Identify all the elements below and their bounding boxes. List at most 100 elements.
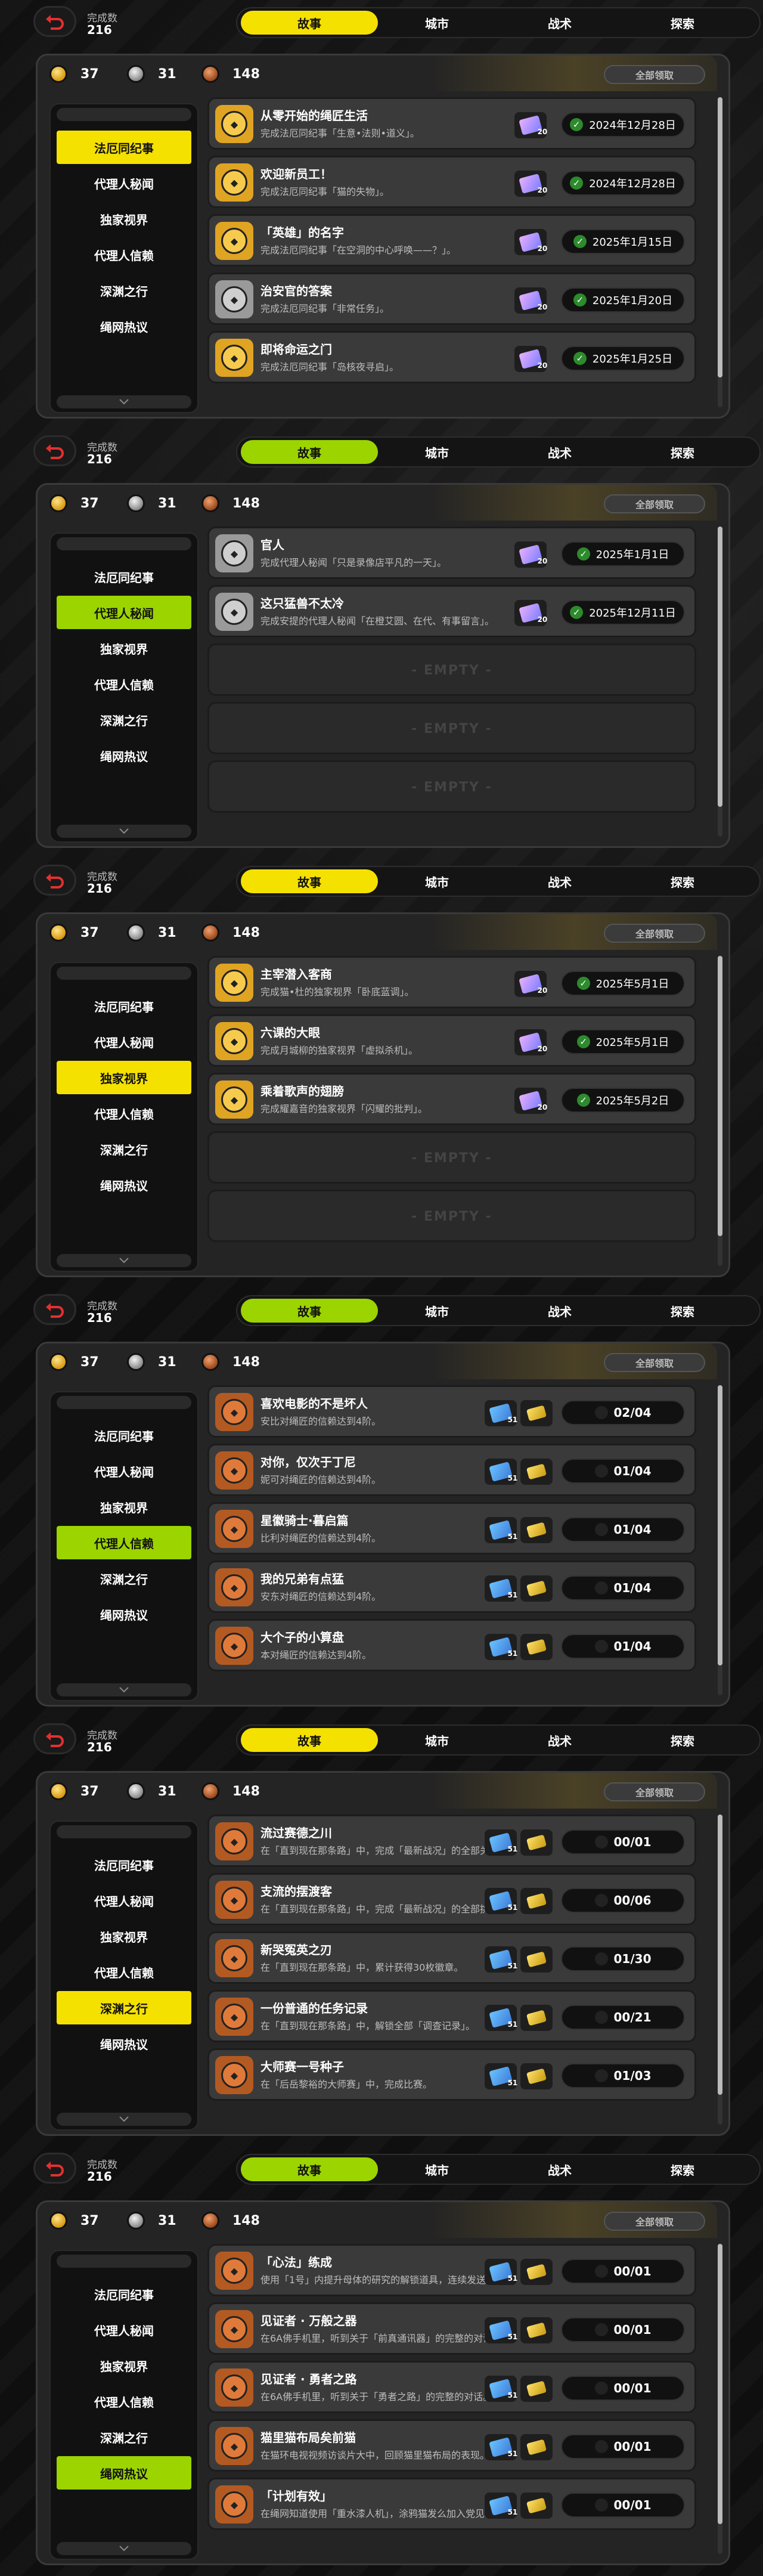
sidebar-item[interactable]: 法厄同纪事 xyxy=(57,989,191,1023)
sidebar-item[interactable]: 绳网热议 xyxy=(57,739,191,772)
sidebar-scroll-up[interactable] xyxy=(57,1825,191,1838)
tab-story[interactable]: 故事 xyxy=(241,1299,378,1323)
back-button[interactable] xyxy=(33,1723,76,1754)
claim-all-button[interactable]: 全部领取 xyxy=(604,1782,705,1801)
achievement-card[interactable]: ◆ 喜欢电影的不是坏人 安比对绳匠的信赖达到4阶。 51 02/04 xyxy=(207,1385,696,1438)
tab-city[interactable]: 城市 xyxy=(368,869,505,893)
achievement-card[interactable]: ◆ 见证者 · 万般之器 在6A佛手机里，听到关于「前真通讯器」的完整的对话。 51 0… xyxy=(207,2302,696,2355)
achievement-card[interactable]: ◆ 流过赛德之川 在「直到现在那条路」中，完成「最新战况」的全部关卡。 51 00/01 xyxy=(207,1815,696,1867)
sidebar-scroll-down[interactable] xyxy=(57,1254,191,1267)
sidebar-item[interactable]: 独家视界 xyxy=(57,1490,191,1524)
sidebar-item[interactable]: 代理人信赖 xyxy=(57,1097,191,1130)
sidebar-scroll-up[interactable] xyxy=(57,2255,191,2268)
sidebar-item[interactable]: 法厄同纪事 xyxy=(57,1848,191,1881)
achievement-card[interactable]: ◆ 这只猛兽不太冷 完成安提的代理人秘闻「在橙艾圆、在代、有事留言」。 20 ✓ 2025… xyxy=(207,585,696,637)
sidebar-item[interactable]: 绳网热议 xyxy=(57,2456,191,2490)
tab-explore[interactable]: 探索 xyxy=(614,11,751,35)
achievement-card[interactable]: ◆ 见证者 · 勇者之路 在6A佛手机里，听到关于「勇者之路」的完整的对话。 51 00… xyxy=(207,2361,696,2413)
sidebar-item[interactable]: 代理人信赖 xyxy=(57,238,191,271)
achievement-card[interactable]: ◆ 大个子的小算盘 本对绳匠的信赖达到4阶。 51 01/04 xyxy=(207,1619,696,1671)
list-scrollbar[interactable] xyxy=(718,97,722,407)
achievement-card[interactable]: ◆ 「英雄」的名字 完成法厄同纪事「在空洞的中心呼唤——？」。 20 ✓ 2025年1月1… xyxy=(207,214,696,267)
sidebar-item[interactable]: 绳网热议 xyxy=(57,1168,191,1202)
tab-tactics[interactable]: 战术 xyxy=(491,869,628,893)
sidebar-item[interactable]: 深渊之行 xyxy=(57,2420,191,2454)
sidebar-item[interactable]: 代理人信赖 xyxy=(57,2385,191,2418)
sidebar-item[interactable]: 代理人秘闻 xyxy=(57,596,191,629)
tab-city[interactable]: 城市 xyxy=(368,440,505,464)
tab-story[interactable]: 故事 xyxy=(241,869,378,893)
sidebar-scroll-down[interactable] xyxy=(57,825,191,838)
achievement-card[interactable]: ◆ 支流的摆渡客 在「直到现在那条路」中，完成「最新战况」的全部挑战。 51 00/06 xyxy=(207,1873,696,1925)
list-scrollbar[interactable] xyxy=(718,2244,722,2554)
sidebar-item[interactable]: 深渊之行 xyxy=(57,1991,191,2024)
tab-city[interactable]: 城市 xyxy=(368,2157,505,2181)
back-button[interactable] xyxy=(33,2153,76,2184)
sidebar-item[interactable]: 深渊之行 xyxy=(57,1562,191,1595)
back-button[interactable] xyxy=(33,435,76,466)
tab-city[interactable]: 城市 xyxy=(368,1728,505,1752)
list-scrollbar[interactable] xyxy=(718,527,722,837)
achievement-card[interactable]: ◆ 六课的大眼 完成月城柳的独家视界「虚拟杀机」。 20 ✓ 2025年5月1日 xyxy=(207,1014,696,1067)
tab-story[interactable]: 故事 xyxy=(241,440,378,464)
tab-explore[interactable]: 探索 xyxy=(614,2157,751,2181)
achievement-card[interactable]: ◆ 星徽骑士·暮启篇 比利对绳匠的信赖达到4阶。 51 01/04 xyxy=(207,1502,696,1555)
tab-explore[interactable]: 探索 xyxy=(614,869,751,893)
tab-story[interactable]: 故事 xyxy=(241,11,378,35)
list-scrollbar[interactable] xyxy=(718,956,722,1266)
sidebar-item[interactable]: 独家视界 xyxy=(57,2349,191,2382)
sidebar-item[interactable]: 独家视界 xyxy=(57,202,191,236)
sidebar-item[interactable]: 法厄同纪事 xyxy=(57,1419,191,1452)
claim-all-button[interactable]: 全部领取 xyxy=(604,1353,705,1372)
sidebar-item[interactable]: 深渊之行 xyxy=(57,703,191,736)
sidebar-item[interactable]: 代理人秘闻 xyxy=(57,1884,191,1917)
tab-tactics[interactable]: 战术 xyxy=(491,1299,628,1323)
back-button[interactable] xyxy=(33,1294,76,1325)
sidebar-item[interactable]: 独家视界 xyxy=(57,1919,191,1953)
scrollbar-thumb[interactable] xyxy=(718,956,722,1236)
sidebar-scroll-down[interactable] xyxy=(57,2113,191,2126)
sidebar-item[interactable]: 法厄同纪事 xyxy=(57,131,191,164)
sidebar-item[interactable]: 绳网热议 xyxy=(57,2027,191,2060)
sidebar-item[interactable]: 代理人秘闻 xyxy=(57,1454,191,1488)
achievement-card[interactable]: ◆ 对你，仅次于丁尼 妮可对绳匠的信赖达到4阶。 51 01/04 xyxy=(207,1444,696,1496)
tab-story[interactable]: 故事 xyxy=(241,1728,378,1752)
sidebar-scroll-down[interactable] xyxy=(57,395,191,408)
claim-all-button[interactable]: 全部领取 xyxy=(604,924,705,943)
tab-tactics[interactable]: 战术 xyxy=(491,11,628,35)
sidebar-scroll-up[interactable] xyxy=(57,1396,191,1409)
achievement-card[interactable]: ◆ 官人 完成代理人秘闻「只是录像店平凡的一天」。 20 ✓ 2025年1月1日 xyxy=(207,527,696,579)
sidebar-scroll-down[interactable] xyxy=(57,2542,191,2555)
back-button[interactable] xyxy=(33,865,76,896)
achievement-card[interactable]: ◆ 乘着歌声的翅膀 完成耀嘉音的独家视界「闪耀的批判」。 20 ✓ 2025年5月2日 xyxy=(207,1073,696,1125)
sidebar-item[interactable]: 代理人信赖 xyxy=(57,1526,191,1559)
claim-all-button[interactable]: 全部领取 xyxy=(604,2212,705,2231)
sidebar-scroll-down[interactable] xyxy=(57,1683,191,1696)
sidebar-item[interactable]: 绳网热议 xyxy=(57,309,191,343)
achievement-card[interactable]: ◆ 主宰潜入客商 完成猫•杜的独家视界「卧底蓝调」。 20 ✓ 2025年5月1日 xyxy=(207,956,696,1008)
tab-explore[interactable]: 探索 xyxy=(614,1728,751,1752)
achievement-card[interactable]: ◆ 「计划有效」 在绳网知道使用「重水漆人机」，涂鸦猫发么加入党见时一次。 51 00/… xyxy=(207,2478,696,2530)
sidebar-scroll-up[interactable] xyxy=(57,967,191,980)
sidebar-item[interactable]: 法厄同纪事 xyxy=(57,560,191,593)
claim-all-button[interactable]: 全部领取 xyxy=(604,65,705,84)
sidebar-item[interactable]: 代理人信赖 xyxy=(57,1955,191,1989)
achievement-card[interactable]: ◆ 即将命运之门 完成法厄同纪事「岛核夜寻启」。 20 ✓ 2025年1月25日 xyxy=(207,331,696,383)
achievement-card[interactable]: ◆ 猫里猫布局矣前猫 在猫环电视视频访谈片大中，回顾猫里猫布局的表现。 51 00/01 xyxy=(207,2419,696,2472)
scrollbar-thumb[interactable] xyxy=(718,1385,722,1665)
tab-tactics[interactable]: 战术 xyxy=(491,1728,628,1752)
sidebar-item[interactable]: 代理人秘闻 xyxy=(57,166,191,200)
sidebar-item[interactable]: 绳网热议 xyxy=(57,1597,191,1631)
scrollbar-thumb[interactable] xyxy=(718,1815,722,2095)
list-scrollbar[interactable] xyxy=(718,1385,722,1695)
sidebar-scroll-up[interactable] xyxy=(57,108,191,121)
sidebar-item[interactable]: 法厄同纪事 xyxy=(57,2277,191,2311)
achievement-card[interactable]: ◆ 「心法」练成使用「1号」内提升母体的研究的解锁道具，连续发送11次「大门请求」… xyxy=(207,2244,696,2296)
achievement-card[interactable]: ◆ 大师赛一号种子 在「后岳黎裕的大师赛」中，完成比赛。 51 01/03 xyxy=(207,2048,696,2101)
achievement-card[interactable]: ◆ 治安官的答案 完成法厄同纪事「非常任务」。 20 ✓ 2025年1月20日 xyxy=(207,273,696,325)
sidebar-item[interactable]: 深渊之行 xyxy=(57,274,191,307)
tab-city[interactable]: 城市 xyxy=(368,11,505,35)
sidebar-item[interactable]: 独家视界 xyxy=(57,1061,191,1094)
scrollbar-thumb[interactable] xyxy=(718,97,722,377)
tab-city[interactable]: 城市 xyxy=(368,1299,505,1323)
